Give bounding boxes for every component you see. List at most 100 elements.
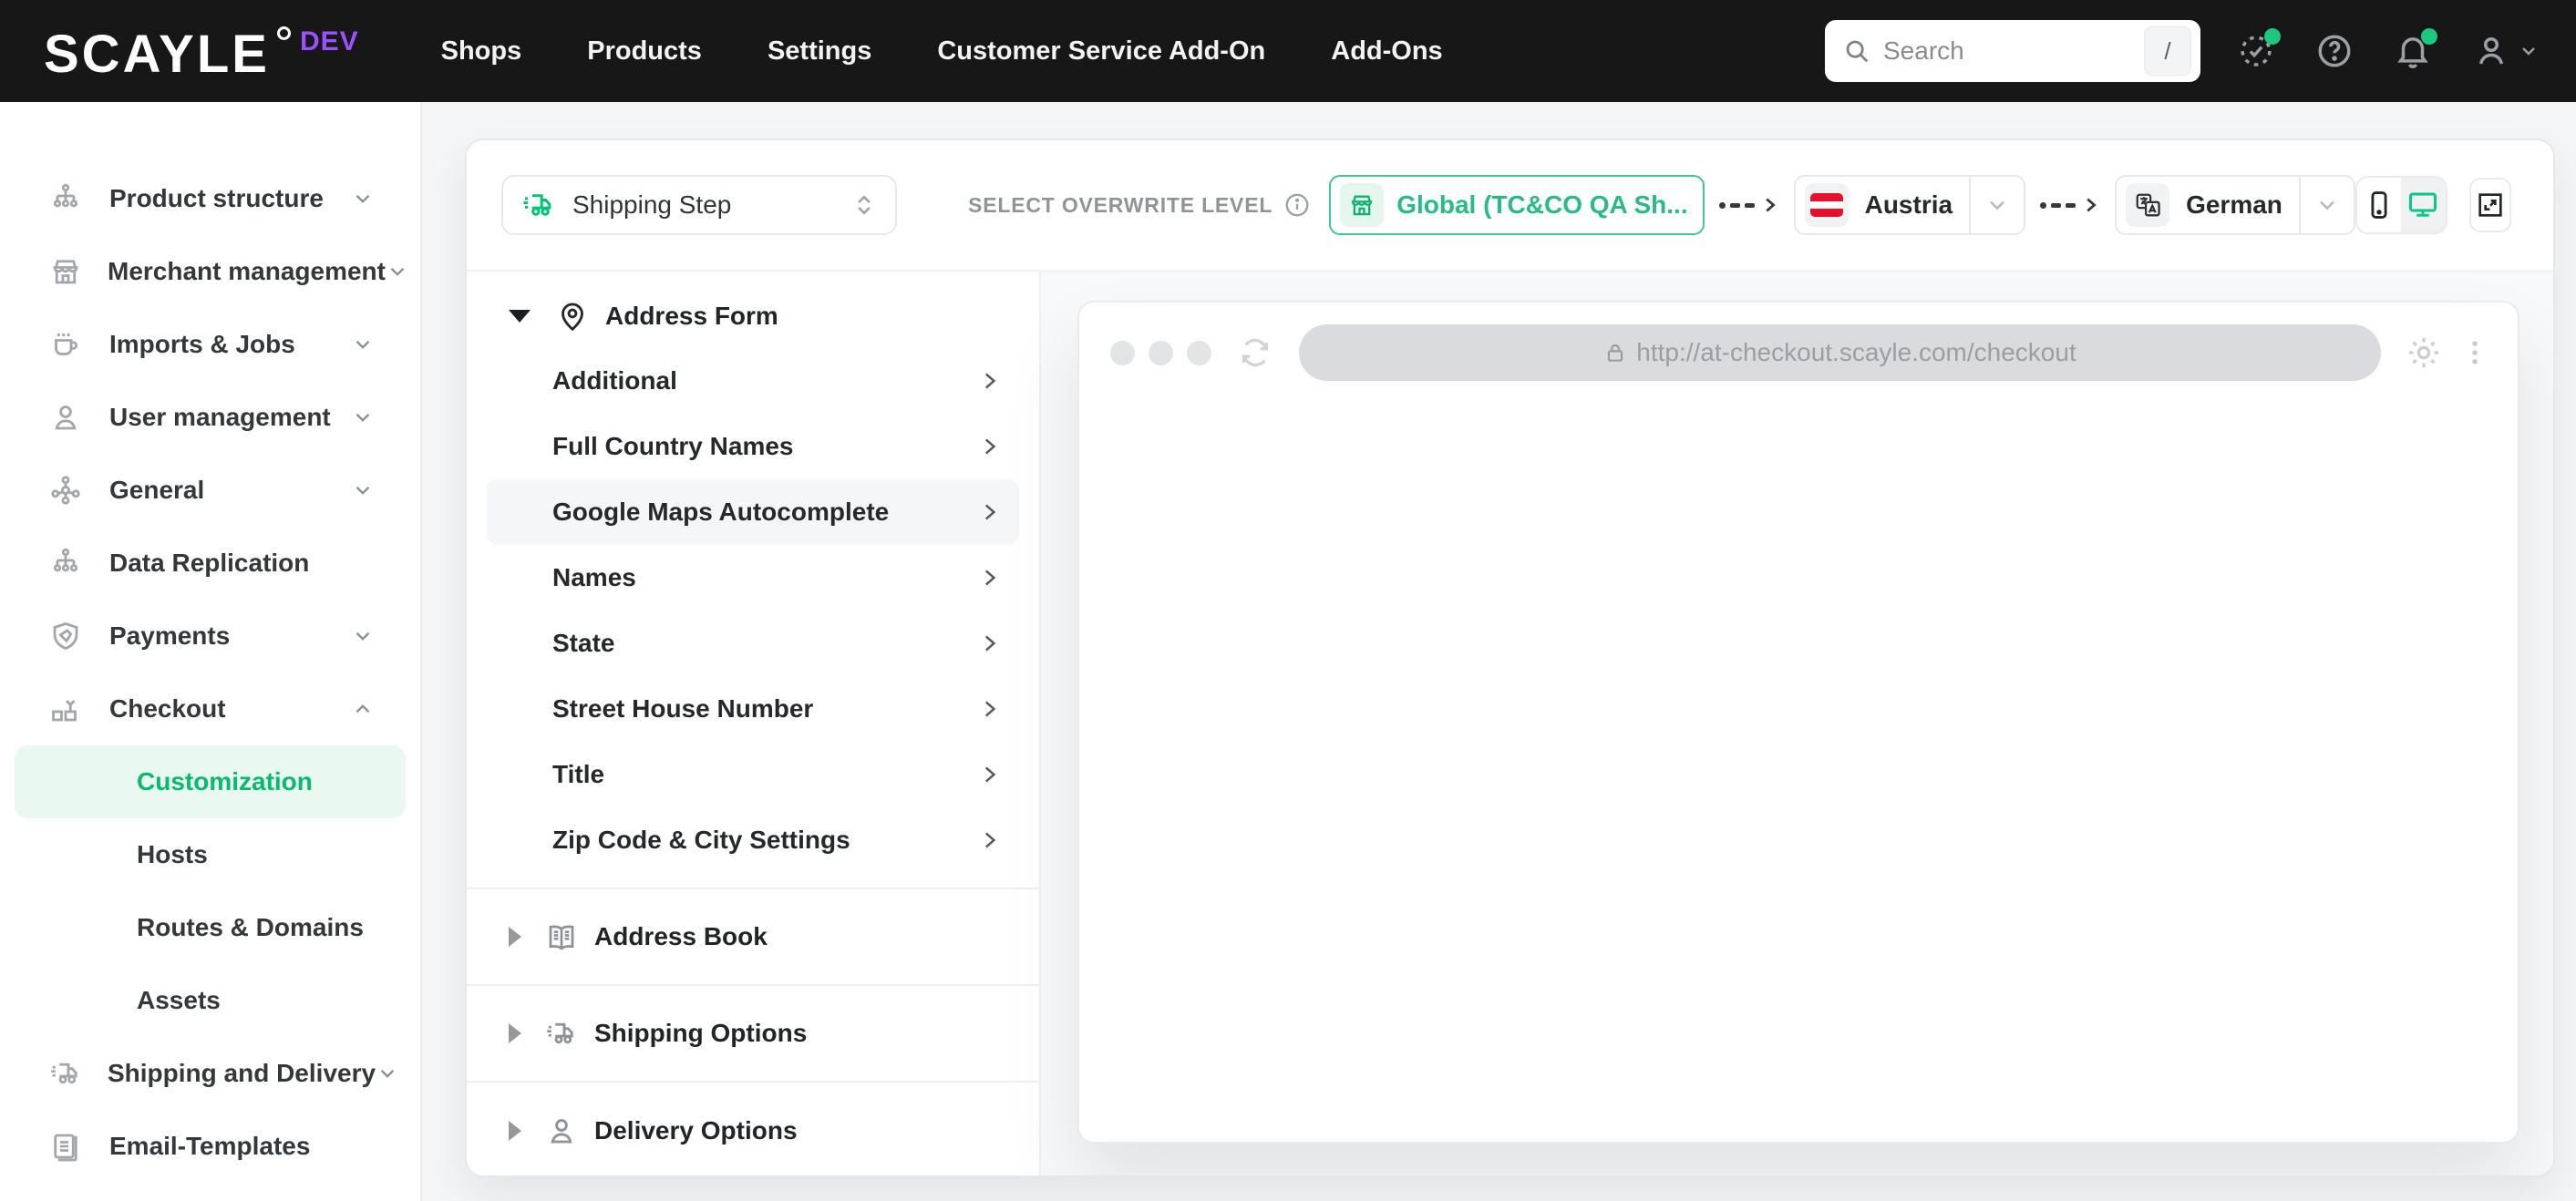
chevron-down-icon: [351, 624, 375, 648]
sidebar-item-label: Payments: [109, 621, 231, 650]
info-icon[interactable]: [1283, 191, 1311, 219]
sidebar-item-imports-jobs[interactable]: Imports & Jobs: [0, 308, 420, 381]
sidebar-item-customization[interactable]: Customization: [15, 745, 406, 818]
main-panel: Shipping Step SELECT OVERWRITE LEVEL Glo…: [465, 139, 2555, 1177]
nav-add-ons[interactable]: Add-Ons: [1331, 36, 1442, 67]
search-shortcut-key: /: [2144, 26, 2191, 76]
step-selector[interactable]: Shipping Step: [501, 175, 898, 235]
select-updown-icon: [851, 192, 877, 218]
browser-chrome: http://at-checkout.scayle.com/checkout: [1079, 303, 2518, 381]
notifications-bell-icon[interactable]: [2394, 28, 2437, 70]
sidebar-item-label: Shipping and Delivery: [108, 1059, 376, 1087]
triangle-collapsed-icon: [509, 1121, 521, 1141]
sidebar-item-hosts[interactable]: Hosts: [0, 818, 420, 891]
overwrite-level-label: SELECT OVERWRITE LEVEL: [968, 192, 1273, 217]
sidebar-item-shipping-and-delivery[interactable]: Shipping and Delivery: [0, 1037, 420, 1110]
url-text: http://at-checkout.scayle.com/checkout: [1636, 338, 2076, 366]
topbar: SCAYLE DEV Shops Products Settings Custo…: [0, 0, 2576, 102]
molecule-icon: [49, 474, 84, 507]
country-selector[interactable]: Austria: [1793, 175, 2026, 235]
search-placeholder: Search: [1883, 36, 1964, 65]
truck-icon: [49, 1057, 82, 1090]
sidebar-item-email-templates[interactable]: Email-Templates: [0, 1110, 420, 1183]
logo-ring-icon: [276, 26, 291, 40]
user-icon: [49, 401, 84, 434]
translate-icon: [2126, 183, 2170, 227]
nav-settings[interactable]: Settings: [768, 36, 871, 67]
triangle-collapsed-icon: [509, 927, 521, 947]
sidebar-item-label: Data Replication: [109, 549, 310, 577]
tree-item-street-house-number[interactable]: Street House Number: [487, 676, 1019, 742]
account-menu[interactable]: [2472, 32, 2540, 70]
user-avatar-icon: [2478, 36, 2504, 65]
hierarchy-icon: [49, 547, 84, 580]
logo-wordmark: SCAYLE: [44, 25, 270, 84]
triangle-expanded-icon: [509, 310, 531, 323]
chevron-up-icon: [351, 697, 375, 721]
sidebar-item-data-replication[interactable]: Data Replication: [0, 527, 420, 600]
refresh-icon[interactable]: [1237, 334, 1273, 371]
topbar-icon-cluster: [2237, 28, 2540, 70]
storefront-icon: [49, 255, 82, 288]
tree-header-address-form[interactable]: Address Form: [467, 284, 1039, 348]
nav-shops[interactable]: Shops: [441, 36, 522, 67]
tree-item-zip-code-city-settings[interactable]: Zip Code & City Settings: [487, 807, 1019, 873]
gear-icon[interactable]: [2405, 334, 2443, 372]
hierarchy-icon: [49, 182, 84, 215]
help-icon[interactable]: [2315, 32, 2354, 70]
browser-preview-frame: http://at-checkout.scayle.com/checkout: [1077, 301, 2519, 1144]
chevron-down-icon: [2522, 47, 2535, 56]
component-tree: Address Form Additional Full Country Nam…: [467, 272, 1041, 1175]
nav-customer-service-add-on[interactable]: Customer Service Add-On: [937, 36, 1265, 67]
env-badge: DEV: [299, 26, 359, 56]
scayle-logo[interactable]: SCAYLE DEV: [44, 21, 359, 81]
language-value: German: [2186, 190, 2282, 219]
step-selector-value: Shipping Step: [572, 190, 732, 219]
chevron-right-icon: [977, 435, 1001, 458]
desktop-preview-button[interactable]: [2401, 178, 2446, 232]
nav-products[interactable]: Products: [587, 36, 702, 67]
sidebar-item-general[interactable]: General: [0, 454, 420, 527]
chevron-down-icon: [1971, 192, 2024, 218]
chevron-right-icon: [977, 566, 1001, 590]
search-icon: [1843, 37, 1870, 65]
sidebar-item-merchant-management[interactable]: Merchant management: [0, 235, 420, 308]
sidebar-item-assets[interactable]: Assets: [0, 964, 420, 1037]
sidebar-item-checkout[interactable]: Checkout: [0, 672, 420, 745]
sidebar-item-routes-domains[interactable]: Routes & Domains: [0, 891, 420, 964]
tree-item-title[interactable]: Title: [487, 742, 1019, 807]
preview-area: http://at-checkout.scayle.com/checkout: [1041, 272, 2553, 1175]
tree-section-title: Address Form: [605, 302, 778, 330]
chevron-down-icon: [351, 187, 375, 210]
traffic-light-dots: [1110, 340, 1211, 365]
url-bar[interactable]: http://at-checkout.scayle.com/checkout: [1299, 324, 2381, 381]
tree-item-full-country-names[interactable]: Full Country Names: [487, 414, 1019, 479]
chevron-right-icon: [977, 763, 1001, 786]
sidebar-item-payments[interactable]: Payments: [0, 600, 420, 672]
tree-section-shipping-options[interactable]: Shipping Options: [467, 986, 1039, 1083]
language-selector[interactable]: German: [2115, 175, 2355, 235]
tree-section-delivery-options[interactable]: Delivery Options: [467, 1083, 1039, 1175]
overwrite-level-button[interactable]: Global (TC&CO QA Sh...: [1329, 175, 1705, 235]
chevron-right-icon: [977, 828, 1001, 852]
tree-section-address-book[interactable]: Address Book: [467, 889, 1039, 986]
truck-icon: [545, 1017, 578, 1050]
storefront-icon: [1340, 183, 1385, 227]
sidebar-item-label: Customization: [137, 767, 313, 796]
tree-item-state[interactable]: State: [487, 611, 1019, 676]
address-book-icon: [545, 920, 578, 953]
menu-dots-icon[interactable]: [2459, 334, 2490, 371]
sidebar-item-label: Routes & Domains: [137, 913, 364, 941]
tasks-status-icon[interactable]: [2237, 28, 2281, 70]
sidebar-item-user-management[interactable]: User management: [0, 381, 420, 454]
chevron-down-icon: [386, 260, 409, 283]
tree-item-additional[interactable]: Additional: [487, 348, 1019, 414]
mobile-preview-button[interactable]: [2356, 178, 2402, 232]
chevron-down-icon: [351, 333, 375, 356]
fullscreen-button[interactable]: [2468, 178, 2511, 232]
sidebar-item-product-structure[interactable]: Product structure: [0, 162, 420, 235]
top-navigation: Shops Products Settings Customer Service…: [441, 36, 1443, 67]
search-input[interactable]: Search /: [1825, 20, 2200, 82]
tree-item-names[interactable]: Names: [487, 545, 1019, 611]
tree-item-google-maps-autocomplete[interactable]: Google Maps Autocomplete: [487, 479, 1019, 545]
